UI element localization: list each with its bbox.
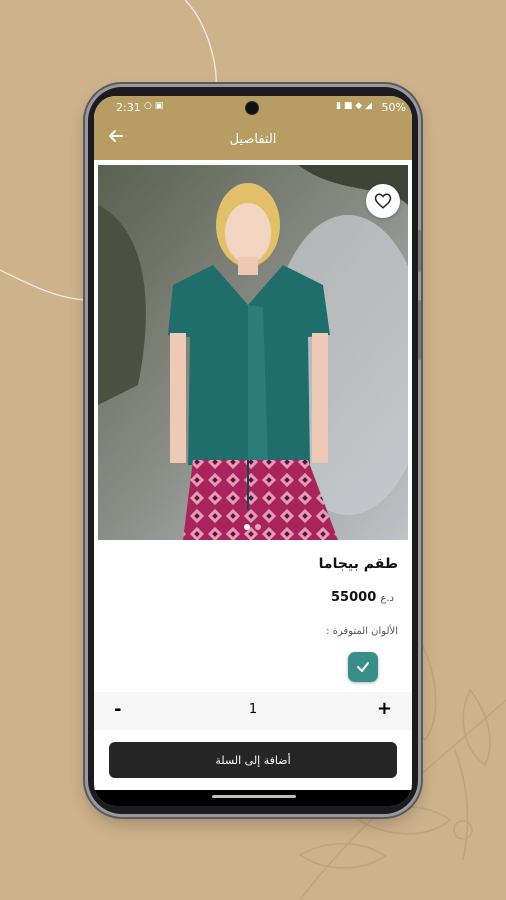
price-value: 55000: [331, 590, 377, 605]
front-camera: [246, 102, 258, 114]
status-time: 2:31: [116, 101, 141, 114]
available-colors-label: الألوان المتوفرة :: [326, 626, 398, 637]
volume-button: [418, 300, 421, 360]
pagination-dot-active[interactable]: [244, 524, 250, 530]
add-to-cart-button[interactable]: أضافة إلى السلة: [109, 742, 397, 778]
product-photo: [98, 165, 408, 540]
heart-outline-icon: [374, 193, 392, 209]
power-button: [418, 230, 421, 272]
quantity-stepper: - 1 +: [94, 692, 412, 730]
image-pagination: [244, 524, 261, 530]
battery-level: 50%: [381, 101, 406, 114]
product-image-carousel[interactable]: [98, 165, 408, 540]
color-swatch-selected[interactable]: [348, 652, 378, 682]
favorite-button[interactable]: [366, 184, 400, 218]
page-title: التفاصيل: [229, 132, 277, 147]
pagination-dot[interactable]: [255, 524, 261, 530]
system-icons: ▮ ■ ◆ ◢: [336, 101, 372, 111]
notification-icons: ○ ▣: [144, 101, 164, 111]
check-icon: [357, 662, 369, 672]
system-navigation-bar: [94, 790, 412, 806]
status-bar: 2:31 ○ ▣ ▮ ■ ◆ ◢ 50%: [94, 96, 412, 120]
app-bar: التفاصيل: [94, 120, 412, 160]
increase-quantity-button[interactable]: +: [377, 698, 392, 719]
phone-screen: 2:31 ○ ▣ ▮ ■ ◆ ◢ 50% التفاصيل طقم بيجاما…: [94, 96, 412, 806]
home-indicator[interactable]: [212, 795, 296, 798]
product-price: د.ع 55000: [331, 590, 398, 605]
price-currency: د.ع: [380, 593, 394, 604]
quantity-value: 1: [248, 702, 258, 717]
product-name: طقم بيجاما: [318, 556, 398, 572]
